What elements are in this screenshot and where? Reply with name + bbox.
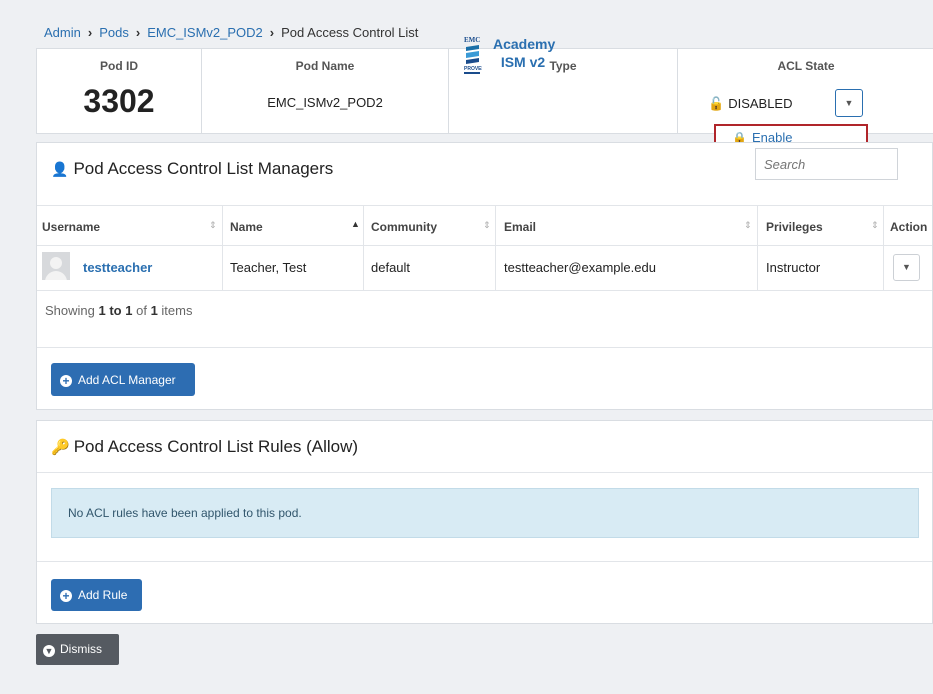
acl-state-status: 🔓 DISABLED [708, 96, 793, 112]
add-acl-manager-label: Add ACL Manager [78, 373, 176, 387]
caret-down-icon: ▼ [902, 262, 911, 272]
pod-type-line1: Academy [493, 36, 556, 52]
column-header-community[interactable]: Community [371, 220, 437, 234]
pod-name-value: EMC_ISMv2_POD2 [267, 95, 383, 110]
divider [37, 472, 932, 473]
divider [37, 245, 932, 246]
rules-title-text: Pod Access Control List Rules (Allow) [73, 437, 359, 456]
pod-name-header: Pod Name [295, 59, 355, 73]
no-rules-alert: No ACL rules have been applied to this p… [51, 488, 919, 538]
showing-range: 1 to 1 [98, 303, 133, 318]
row-action-dropdown[interactable]: ▼ [893, 254, 920, 281]
column-header-username[interactable]: Username [42, 220, 100, 234]
column-header-email[interactable]: Email [504, 220, 536, 234]
column-header-privileges[interactable]: Privileges [766, 220, 823, 234]
column-header-action: Action [890, 220, 928, 234]
plus-circle-icon: + [60, 590, 72, 602]
email-cell: testteacher@example.edu [504, 260, 656, 275]
pod-id-column: Pod ID 3302 [37, 49, 201, 133]
pod-name-column: Pod Name EMC_ISMv2_POD2 [202, 49, 448, 133]
divider [883, 206, 884, 290]
svg-text:EMC: EMC [464, 36, 480, 44]
breadcrumb-current: Pod Access Control List [281, 25, 419, 40]
svg-text:PROVEN: PROVEN [464, 66, 482, 72]
pod-id-value: 3302 [83, 83, 155, 119]
community-cell: default [371, 260, 411, 275]
acl-managers-panel: 👤Pod Access Control List Managers Userna… [36, 142, 933, 410]
sort-icon[interactable]: ⇕ [744, 220, 752, 231]
caret-down-icon: ▼ [844, 98, 854, 108]
managers-title-text: Pod Access Control List Managers [73, 159, 334, 178]
acl-state-header: ACL State [777, 59, 835, 73]
user-icon: 👤 [51, 161, 69, 177]
showing-total: 1 [150, 303, 158, 318]
sort-asc-icon[interactable]: ▲ [351, 219, 360, 229]
pod-type-line2: ISM v2 [500, 54, 546, 70]
username-link[interactable]: testteacher [83, 260, 152, 275]
showing-of: of [136, 303, 147, 318]
managers-panel-title: 👤 Pod Access Control List Managers [51, 159, 333, 179]
divider [495, 206, 496, 290]
acl-state-value: DISABLED [728, 96, 793, 111]
arrow-down-circle-icon: ▼ [43, 645, 55, 657]
avatar [42, 252, 70, 280]
sort-icon[interactable]: ⇕ [483, 220, 491, 231]
sort-icon[interactable]: ⇕ [209, 220, 217, 231]
name-cell: Teacher, Test [230, 260, 307, 275]
divider [37, 290, 932, 291]
add-rule-label: Add Rule [78, 588, 128, 602]
rules-panel-title: 🔑 Pod Access Control List Rules (Allow) [51, 437, 358, 457]
plus-circle-icon: + [60, 375, 72, 387]
chevron-right-icon: › [269, 25, 275, 40]
divider [363, 206, 364, 290]
emc-proven-logo: EMC PROVEN [464, 36, 482, 74]
chevron-right-icon: › [87, 25, 93, 40]
dismiss-label: Dismiss [60, 642, 102, 656]
pod-type: EMC PROVEN Academy ISM v2 [464, 35, 555, 75]
sort-icon[interactable]: ⇕ [871, 220, 879, 231]
breadcrumb: Admin › Pods › EMC_ISMv2_POD2 › Pod Access Con… [44, 25, 418, 40]
breadcrumb-admin[interactable]: Admin [44, 25, 81, 40]
acl-state-dropdown-toggle[interactable]: ▼ [835, 89, 863, 117]
breadcrumb-pods[interactable]: Pods [99, 25, 129, 40]
acl-state-column: ACL State [678, 49, 933, 133]
dismiss-button[interactable]: ▼ Dismiss [36, 634, 119, 665]
add-rule-button[interactable]: + Add Rule [51, 579, 142, 611]
column-header-name[interactable]: Name [230, 220, 263, 234]
divider [37, 347, 932, 348]
privileges-cell: Instructor [766, 260, 821, 275]
showing-suffix: items [161, 303, 193, 318]
unlock-icon: 🔓 [708, 96, 725, 111]
pod-type-name[interactable]: Academy ISM v2 [493, 35, 556, 71]
divider [222, 206, 223, 290]
divider [37, 561, 932, 562]
showing-prefix: Showing [45, 303, 95, 318]
search-input[interactable] [755, 148, 898, 180]
pagination-summary: Showing 1 to 1 of 1 items [45, 303, 192, 318]
chevron-right-icon: › [135, 25, 141, 40]
key-icon: 🔑 [51, 439, 70, 456]
acl-rules-panel: 🔑 Pod Access Control List Rules (Allow) N… [36, 420, 933, 624]
divider [37, 205, 932, 206]
divider [757, 206, 758, 290]
breadcrumb-pod[interactable]: EMC_ISMv2_POD2 [147, 25, 263, 40]
add-acl-manager-button[interactable]: + Add ACL Manager [51, 363, 195, 396]
pod-id-header: Pod ID [100, 59, 138, 73]
